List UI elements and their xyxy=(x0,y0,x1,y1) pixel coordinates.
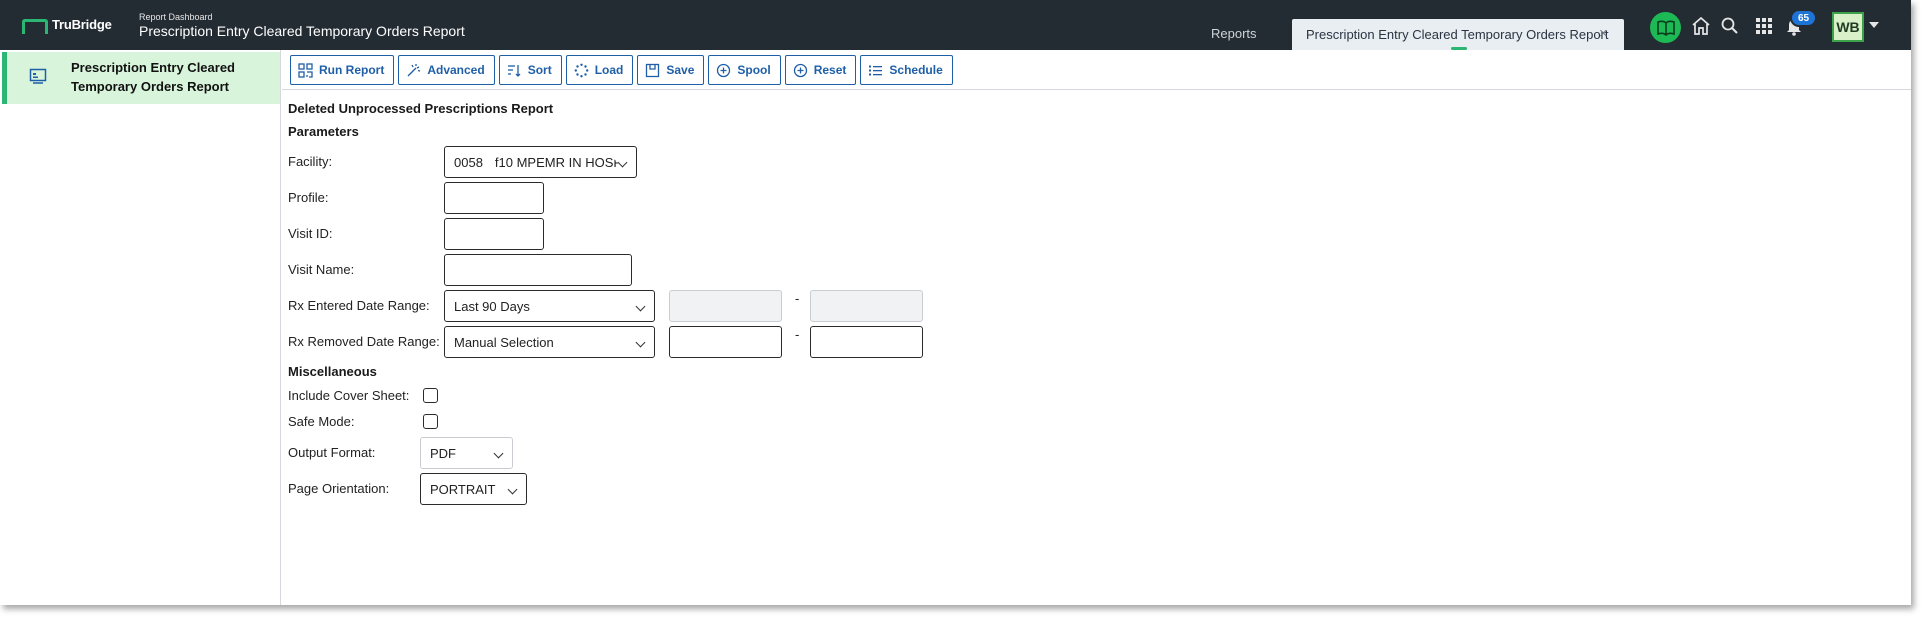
tab-reports[interactable]: Reports xyxy=(1211,26,1257,41)
rx-removed-date-range-select[interactable]: Manual Selection xyxy=(444,326,655,358)
advanced-label: Advanced xyxy=(427,63,485,77)
home-icon[interactable] xyxy=(1690,15,1712,37)
rx-entered-date-range-label: Rx Entered Date Range: xyxy=(288,298,430,313)
facility-code: 0058 xyxy=(454,155,483,170)
rx-entered-selected-value: Last 90 Days xyxy=(454,299,530,314)
apps-grid-icon[interactable] xyxy=(1753,15,1775,37)
tab-reports-close-icon[interactable]: × xyxy=(1268,25,1276,40)
sort-button[interactable]: Sort xyxy=(498,55,562,85)
chevron-down-icon xyxy=(635,301,646,312)
tab-active-indicator xyxy=(1451,47,1467,50)
load-button[interactable]: Load xyxy=(565,55,634,85)
page-orientation-select[interactable]: PORTRAIT xyxy=(420,473,527,505)
add-circle-icon xyxy=(793,63,807,77)
notification-badge[interactable]: 65 xyxy=(1790,9,1817,27)
facility-select[interactable]: 0058 f10 MPEMR IN HOSP xyxy=(444,146,637,178)
save-label: Save xyxy=(666,63,695,77)
rx-entered-date-range-select[interactable]: Last 90 Days xyxy=(444,290,655,322)
output-format-select[interactable]: PDF xyxy=(420,437,513,469)
safe-mode-checkbox[interactable] xyxy=(423,414,438,429)
sidebar-item-prescription-report[interactable]: Prescription Entry Cleared Temporary Ord… xyxy=(2,52,280,104)
run-report-label: Run Report xyxy=(319,63,385,77)
trubridge-logo-icon xyxy=(22,18,48,34)
rx-removed-date-range-label: Rx Removed Date Range: xyxy=(288,334,440,349)
sidebar-item-label: Prescription Entry Cleared Temporary Ord… xyxy=(71,60,235,94)
chevron-down-icon[interactable] xyxy=(1869,22,1879,28)
run-report-button[interactable]: Run Report xyxy=(290,55,395,85)
reset-button[interactable]: Reset xyxy=(784,55,857,85)
search-icon[interactable] xyxy=(1719,15,1741,37)
brand-name: TruBridge xyxy=(52,17,112,32)
load-label: Load xyxy=(594,63,624,77)
safe-mode-label: Safe Mode: xyxy=(288,414,355,429)
add-circle-icon xyxy=(717,63,731,77)
report-title: Deleted Unprocessed Prescriptions Report xyxy=(288,101,554,116)
book-icon[interactable] xyxy=(1650,12,1681,43)
page-title: Prescription Entry Cleared Temporary Ord… xyxy=(139,23,465,39)
chevron-down-icon xyxy=(493,448,504,459)
rx-removed-selected-value: Manual Selection xyxy=(454,335,554,350)
sort-label: Sort xyxy=(527,63,552,77)
range-separator: - xyxy=(795,291,800,306)
magic-wand-icon xyxy=(407,63,421,76)
brand-logo[interactable]: TruBridge xyxy=(22,17,112,34)
avatar[interactable]: WB xyxy=(1832,12,1864,42)
save-icon xyxy=(646,63,660,77)
top-bar: TruBridge Report Dashboard Prescription … xyxy=(0,0,1911,50)
profile-input[interactable] xyxy=(444,182,544,214)
qr-icon xyxy=(298,62,313,78)
reset-label: Reset xyxy=(813,63,847,77)
output-format-label: Output Format: xyxy=(288,445,376,460)
sidebar: Prescription Entry Cleared Temporary Ord… xyxy=(0,50,281,605)
report-toolbar: Run Report Advanced Sort Load Save Spool… xyxy=(290,55,953,85)
visit-name-label: Visit Name: xyxy=(288,262,355,277)
spool-label: Spool xyxy=(737,63,771,77)
close-icon[interactable]: × xyxy=(1599,25,1608,42)
miscellaneous-heading: Miscellaneous xyxy=(288,364,377,379)
schedule-label: Schedule xyxy=(889,63,943,77)
tab-label: Prescription Entry Cleared Temporary Ord… xyxy=(1306,27,1609,42)
breadcrumb[interactable]: Report Dashboard xyxy=(139,12,213,22)
rx-entered-from-date-input xyxy=(669,290,782,322)
schedule-button[interactable]: Schedule xyxy=(860,55,953,85)
visit-id-input[interactable] xyxy=(444,218,544,250)
facility-label: Facility: xyxy=(288,154,333,169)
rx-entered-to-date-input xyxy=(810,290,923,322)
list-icon xyxy=(869,65,883,75)
loading-icon xyxy=(574,63,589,77)
chevron-down-icon xyxy=(635,337,646,348)
page-orientation-label: Page Orientation: xyxy=(288,481,390,496)
chevron-down-icon xyxy=(507,484,518,495)
spool-button[interactable]: Spool xyxy=(708,55,781,85)
rx-removed-to-date-input[interactable] xyxy=(810,326,923,358)
cover-sheet-label: Include Cover Sheet: xyxy=(288,388,410,403)
visit-id-label: Visit ID: xyxy=(288,226,333,241)
facility-name: f10 MPEMR IN HOSP xyxy=(494,155,623,170)
report-icon xyxy=(29,68,47,84)
range-separator: - xyxy=(795,327,800,342)
tab-prescription-report[interactable]: Prescription Entry Cleared Temporary Ord… xyxy=(1292,19,1624,50)
rx-removed-from-date-input[interactable] xyxy=(669,326,782,358)
divider xyxy=(282,89,1911,90)
sort-icon xyxy=(507,64,521,77)
save-button[interactable]: Save xyxy=(637,55,705,85)
app-window: TruBridge Report Dashboard Prescription … xyxy=(0,0,1911,605)
page-orientation-value: PORTRAIT xyxy=(430,482,496,497)
advanced-button[interactable]: Advanced xyxy=(398,55,495,85)
visit-name-input[interactable] xyxy=(444,254,632,286)
cover-sheet-checkbox[interactable] xyxy=(423,388,438,403)
output-format-value: PDF xyxy=(430,446,456,461)
profile-label: Profile: xyxy=(288,190,329,205)
parameters-heading: Parameters xyxy=(288,124,359,139)
